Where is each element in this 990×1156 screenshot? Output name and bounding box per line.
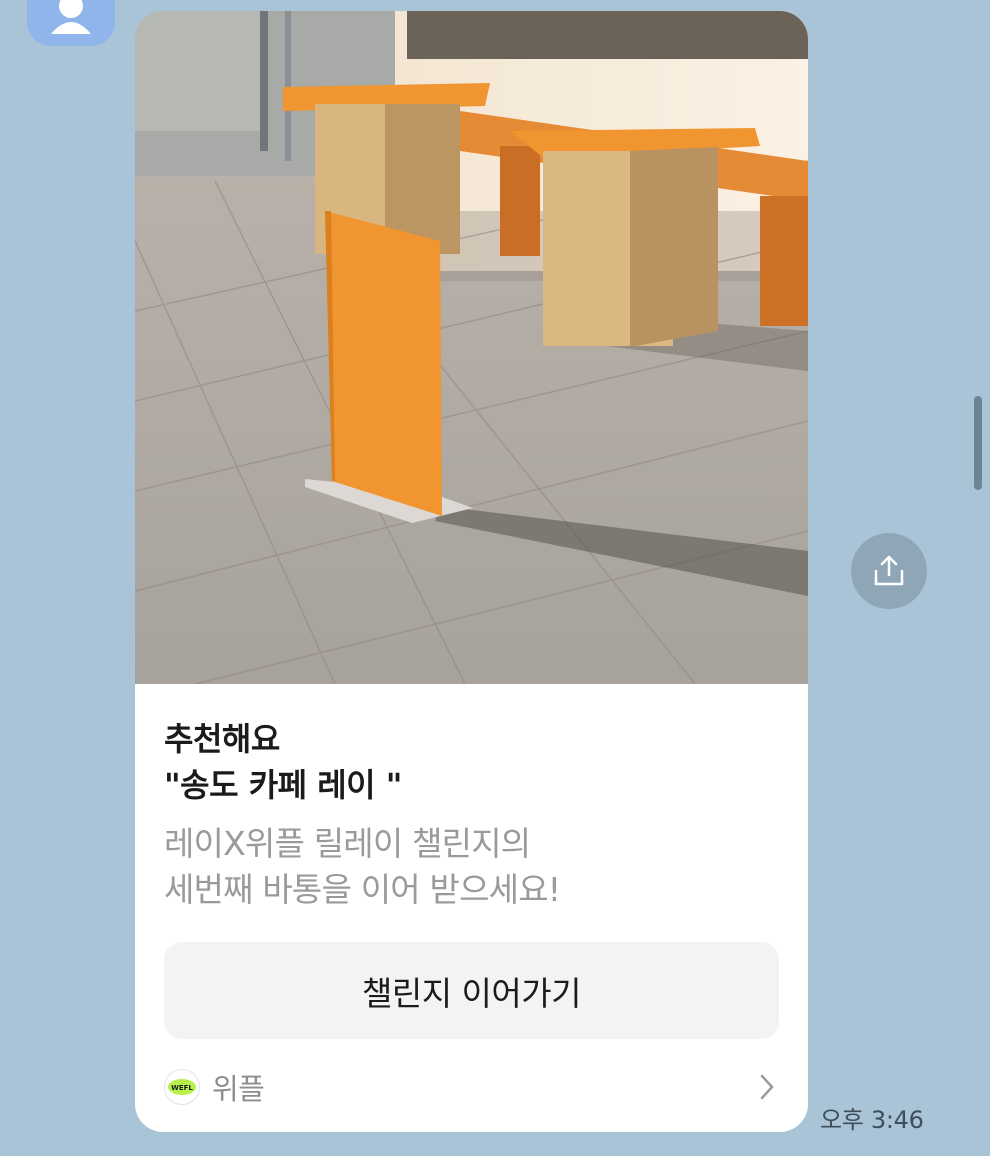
share-upload-icon [874,555,904,586]
headline-line-1: 추천해요 [164,720,280,758]
chevron-right-icon [759,1073,775,1101]
sender-avatar[interactable] [27,0,115,46]
cafe-sign-photo [135,11,808,684]
continue-challenge-button[interactable]: 챌린지 이어가기 [164,942,779,1039]
description-line-1: 레이X위플 릴레이 챌린지의 [164,824,531,863]
brand-name: 위플 [212,1072,265,1106]
headline-line-2: "송도 카페 레이 " [164,766,402,804]
wefl-logo-icon: WEFL [164,1069,200,1105]
share-button[interactable] [851,533,927,609]
person-silhouette-icon [51,0,91,34]
message-card[interactable]: 추천해요 "송도 카페 레이 " 레이X위플 릴레이 챌린지의 세번째 바통을 … [135,11,808,1132]
card-description: 레이X위플 릴레이 챌린지의 세번째 바통을 이어 받으세요! [164,821,784,913]
wefl-logo-text: WEFL [171,1084,193,1092]
scrollbar-thumb[interactable] [974,396,982,490]
message-timestamp: 오후 3:46 [820,1106,924,1134]
description-line-2: 세번째 바통을 이어 받으세요! [164,870,561,909]
brand-footer-link[interactable]: WEFL 위플 [164,1065,779,1109]
card-headline: 추천해요 "송도 카페 레이 " [164,716,784,808]
